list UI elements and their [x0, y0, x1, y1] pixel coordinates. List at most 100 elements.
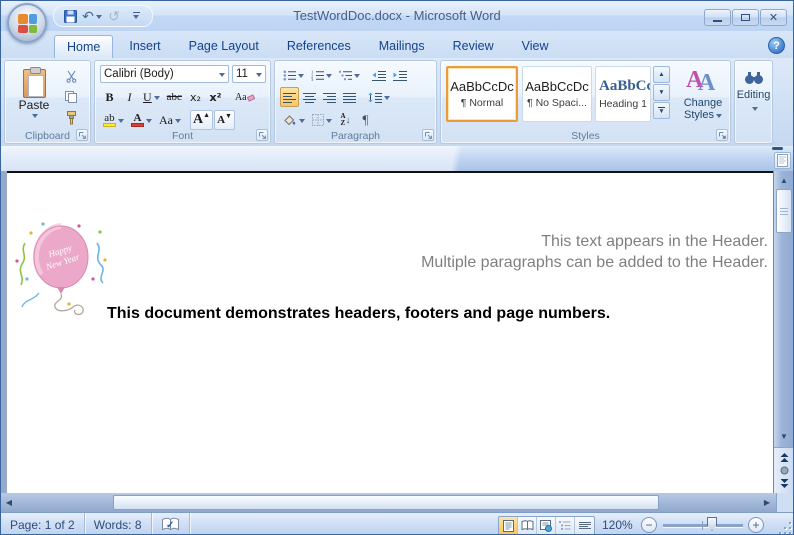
line-spacing-icon — [368, 92, 382, 103]
save-button[interactable] — [60, 7, 80, 26]
select-browse-object-button[interactable] — [780, 466, 789, 475]
proofing-status-button[interactable]: ✓ — [152, 513, 190, 535]
outline-view-button[interactable] — [556, 517, 575, 534]
zoom-slider-thumb[interactable] — [707, 517, 717, 531]
tab-mailings[interactable]: Mailings — [367, 35, 437, 58]
outline-view-icon — [559, 520, 571, 531]
format-painter-button[interactable] — [61, 108, 81, 128]
style-normal[interactable]: AaBbCcDc ¶ Normal — [446, 66, 518, 122]
cut-button[interactable] — [61, 66, 81, 86]
copy-button[interactable] — [61, 87, 81, 107]
align-right-button[interactable] — [320, 87, 339, 107]
change-case-button[interactable]: Aa — [156, 110, 184, 130]
borders-button[interactable] — [309, 110, 335, 130]
justify-button[interactable] — [340, 87, 359, 107]
tab-review[interactable]: Review — [441, 35, 506, 58]
scroll-up-button[interactable]: ▲ — [775, 173, 793, 187]
multilevel-list-button[interactable] — [336, 65, 363, 85]
vertical-scrollbar[interactable]: ▲ ▼ — [773, 171, 793, 493]
subscript-button[interactable]: x₂ — [186, 87, 205, 107]
zoom-out-button[interactable]: − — [641, 517, 657, 533]
scroll-left-button[interactable]: ◀ — [2, 494, 16, 511]
font-group-label: Font — [95, 130, 270, 142]
paste-button[interactable]: Paste — [12, 66, 56, 130]
horizontal-scrollbar[interactable]: ◀ ▶ — [1, 493, 776, 512]
word-count[interactable]: Words: 8 — [85, 513, 152, 535]
zoom-slider-track[interactable] — [663, 524, 743, 527]
editing-group: Editing — [734, 60, 773, 144]
grow-font-button[interactable]: A▲ — [190, 110, 213, 130]
decrease-indent-button[interactable] — [369, 65, 389, 85]
font-size-combo[interactable]: 11 — [232, 65, 266, 83]
change-styles-button[interactable]: AA Change Styles — [676, 64, 730, 138]
view-ruler-button[interactable] — [774, 152, 791, 169]
style-heading-1[interactable]: AaBbCc Heading 1 — [595, 66, 651, 122]
editing-button[interactable]: Editing — [737, 64, 770, 138]
office-button[interactable] — [7, 3, 47, 43]
undo-button[interactable]: ↶ — [82, 7, 102, 26]
horizontal-scroll-thumb[interactable] — [113, 495, 659, 510]
dialog-launcher-icon — [258, 131, 267, 140]
shading-button[interactable] — [280, 110, 308, 130]
scroll-right-button[interactable]: ▶ — [760, 494, 774, 511]
clipboard-dialog-launcher[interactable] — [76, 129, 88, 141]
styles-dialog-launcher[interactable] — [716, 129, 728, 141]
zoom-level[interactable]: 120% — [602, 518, 633, 532]
reading-view-icon — [521, 520, 534, 531]
sort-button[interactable]: AZ ↓ — [336, 110, 355, 130]
vertical-scroll-thumb[interactable] — [776, 189, 792, 233]
change-styles-dropdown-arrow — [716, 114, 722, 121]
next-page-button[interactable] — [779, 478, 790, 489]
page-indicator[interactable]: Page: 1 of 2 — [1, 513, 85, 535]
draft-view-button[interactable] — [575, 517, 594, 534]
help-button[interactable]: ? — [768, 37, 785, 54]
bold-button[interactable]: B — [100, 87, 119, 107]
tab-home[interactable]: Home — [54, 35, 113, 58]
document-page[interactable]: Happy New Year This text appears in the … — [7, 171, 774, 493]
align-left-button[interactable] — [280, 87, 299, 107]
split-handle[interactable] — [772, 147, 783, 150]
full-screen-reading-view-button[interactable] — [518, 517, 537, 534]
styles-group: AaBbCcDc ¶ Normal AaBbCcDc ¶ No Spaci...… — [440, 60, 731, 144]
balloon-clipart[interactable]: Happy New Year — [9, 217, 113, 317]
style-no-spacing[interactable]: AaBbCcDc ¶ No Spaci... — [522, 66, 592, 122]
paste-label: Paste — [19, 98, 50, 112]
font-color-button[interactable]: A — [128, 110, 155, 130]
shrink-font-button[interactable]: A▼ — [214, 110, 235, 130]
paragraph-dialog-launcher[interactable] — [422, 129, 434, 141]
bullets-button[interactable] — [280, 65, 307, 85]
italic-button[interactable]: I — [120, 87, 139, 107]
tab-insert[interactable]: Insert — [117, 35, 172, 58]
superscript-button[interactable]: x² — [206, 87, 225, 107]
font-name-combo[interactable]: Calibri (Body) — [100, 65, 229, 83]
styles-scroll-up-button[interactable]: ▲ — [653, 66, 670, 83]
tab-view[interactable]: View — [510, 35, 561, 58]
styles-gallery-more-button[interactable]: ▼ — [653, 102, 670, 119]
paragraph-group-label: Paragraph — [275, 130, 436, 142]
tab-page-layout[interactable]: Page Layout — [177, 35, 271, 58]
tab-references[interactable]: References — [275, 35, 363, 58]
clear-formatting-button[interactable]: Aa — [232, 87, 258, 107]
font-dialog-launcher[interactable] — [256, 129, 268, 141]
dialog-launcher-icon — [78, 131, 87, 140]
zoom-in-button[interactable]: + — [748, 517, 764, 533]
web-layout-view-button[interactable] — [537, 517, 556, 534]
print-layout-view-button[interactable] — [499, 517, 518, 534]
underline-button[interactable]: U — [140, 87, 163, 107]
maximize-button[interactable] — [732, 9, 759, 26]
text-highlight-button[interactable]: ab — [100, 110, 127, 130]
left-arrow-icon: ◀ — [6, 498, 12, 507]
strikethrough-button[interactable]: abc — [164, 87, 185, 107]
undo-icon: ↶ — [82, 8, 94, 25]
align-center-button[interactable] — [300, 87, 319, 107]
minimize-button[interactable] — [704, 9, 731, 26]
scroll-down-button[interactable]: ▼ — [775, 429, 793, 443]
resize-grip[interactable] — [778, 521, 791, 534]
close-button[interactable]: ✕ — [760, 9, 787, 26]
numbering-button[interactable]: 123 — [308, 65, 335, 85]
line-spacing-button[interactable] — [365, 87, 393, 107]
previous-page-button[interactable] — [779, 452, 790, 463]
styles-scroll-down-button[interactable]: ▼ — [653, 84, 670, 101]
show-hide-button[interactable]: ¶ — [356, 110, 375, 130]
increase-indent-button[interactable] — [390, 65, 410, 85]
